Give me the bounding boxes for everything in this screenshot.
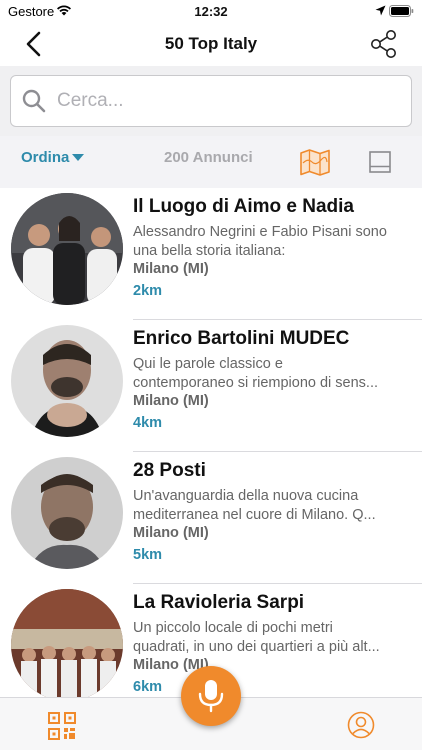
- listing-name: La Ravioleria Sarpi: [133, 592, 305, 613]
- status-time: 12:32: [194, 4, 228, 19]
- listing-name: Enrico Bartolini MUDEC: [133, 328, 350, 349]
- listing-description: Alessandro Negrini e Fabio Pisani sono u…: [133, 223, 419, 261]
- page-title: 50 Top Italy: [164, 34, 258, 53]
- description-line: Alessandro Negrini e Fabio Pisani sono: [133, 224, 387, 240]
- microphone-icon: [198, 680, 224, 713]
- description-line: Qui le parole classico e: [133, 356, 283, 372]
- description-line: Un'avanguardia della nuova cucina: [133, 488, 359, 504]
- listing-distance: 5km: [133, 547, 163, 563]
- share-icon[interactable]: [368, 28, 400, 60]
- location-arrow-icon: [375, 4, 386, 19]
- listing-city: Milano (MI): [133, 525, 209, 541]
- navigation-bar: 50 Top Italy: [0, 22, 422, 66]
- search-section: [0, 66, 422, 136]
- list-item[interactable]: Enrico Bartolini MUDEC Qui le parole cla…: [0, 320, 422, 452]
- listing-description: Un'avanguardia della nuova cucina medite…: [133, 487, 419, 525]
- search-input[interactable]: [57, 86, 397, 116]
- list-view-icon[interactable]: [368, 150, 392, 174]
- description-line: contemporaneo si riempiono di sens...: [133, 375, 379, 391]
- listing-description: Qui le parole classico e contemporaneo s…: [133, 355, 419, 393]
- listing-name: 28 Posti: [133, 460, 206, 481]
- avatar: [11, 589, 123, 701]
- battery-icon: [389, 5, 414, 20]
- filter-bar: Ordina 200 Annunci: [0, 136, 422, 188]
- listing-distance: 2km: [133, 283, 163, 299]
- list-item[interactable]: 28 Posti Un'avanguardia della nuova cuci…: [0, 452, 422, 584]
- status-bar: Gestore 12:32: [0, 0, 422, 22]
- listing-description: Un piccolo locale di pochi metri quadrat…: [133, 619, 419, 657]
- description-line: una bella storia italiana:: [133, 243, 286, 259]
- qr-code-icon[interactable]: [48, 712, 76, 740]
- listing-distance: 6km: [133, 679, 163, 695]
- description-line: quadrati, in uno dei quartieri a più alt…: [133, 639, 380, 655]
- listing-city: Milano (MI): [133, 261, 209, 277]
- avatar: [11, 193, 123, 305]
- caret-down-icon[interactable]: [72, 154, 84, 161]
- sort-button[interactable]: Ordina: [21, 149, 69, 166]
- description-line: Un piccolo locale di pochi metri: [133, 620, 333, 636]
- listing-city: Milano (MI): [133, 393, 209, 409]
- search-icon: [21, 88, 47, 119]
- listing-distance: 4km: [133, 415, 163, 431]
- listing-name: Il Luogo di Aimo e Nadia: [133, 196, 354, 217]
- avatar: [11, 325, 123, 437]
- map-icon[interactable]: [299, 146, 331, 178]
- results-count: 200 Annunci: [164, 149, 253, 166]
- avatar: [11, 457, 123, 569]
- list-item[interactable]: Il Luogo di Aimo e Nadia Alessandro Negr…: [0, 188, 422, 320]
- profile-icon[interactable]: [347, 711, 375, 739]
- search-box[interactable]: [10, 75, 412, 127]
- voice-search-button[interactable]: [181, 666, 241, 726]
- restaurant-list: Il Luogo di Aimo e Nadia Alessandro Negr…: [0, 188, 422, 716]
- description-line: mediterranea nel cuore di Milano. Q...: [133, 507, 376, 523]
